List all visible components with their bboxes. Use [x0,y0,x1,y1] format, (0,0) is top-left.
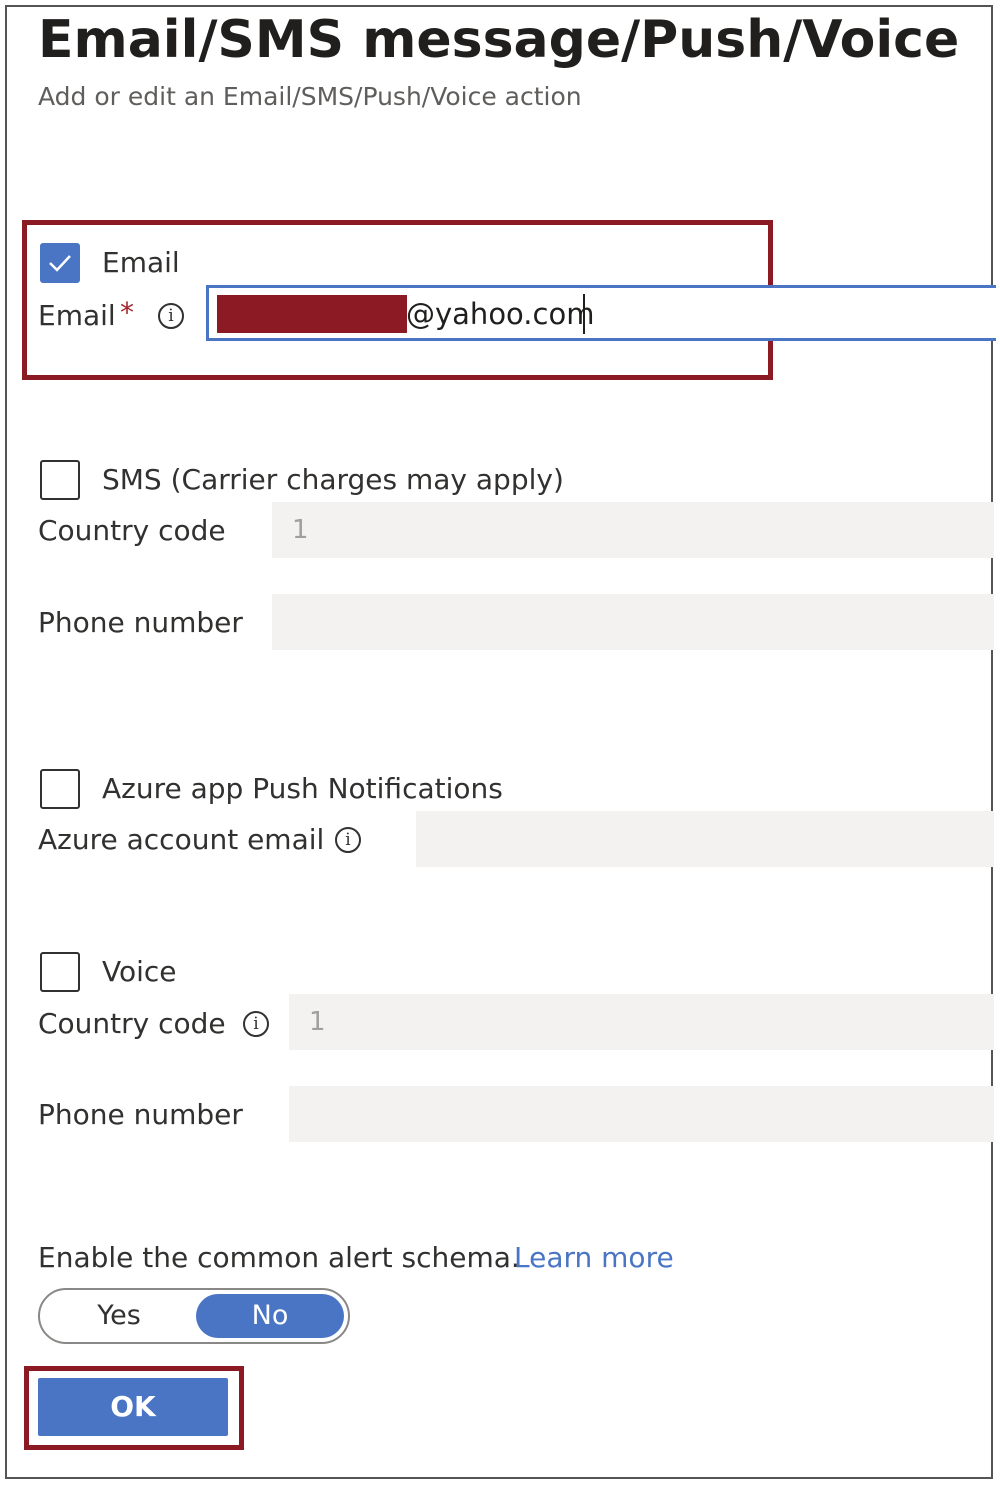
panel-right-border [991,5,993,1479]
redacted-email-user [217,295,407,333]
page-subtitle: Add or edit an Email/SMS/Push/Voice acti… [38,82,582,111]
learn-more-link[interactable]: Learn more [514,1240,674,1276]
email-checkbox-label: Email [102,246,180,279]
push-account-label: Azure account email [38,823,325,856]
checkmark-icon [49,255,71,272]
schema-toggle[interactable]: Yes No [38,1288,350,1344]
schema-label: Enable the common alert schema. [38,1241,520,1274]
info-icon[interactable]: i [158,303,184,329]
page-title: Email/SMS message/Push/Voice [38,10,960,70]
ok-button[interactable]: OK [38,1378,228,1436]
push-account-input[interactable] [416,811,994,867]
sms-country-code-label: Country code [38,514,226,547]
email-input[interactable]: @yahoo.com [206,285,996,341]
sms-checkbox[interactable] [40,460,80,500]
toggle-yes-option[interactable]: Yes [44,1294,194,1338]
info-icon[interactable]: i [335,827,361,853]
voice-checkbox[interactable] [40,952,80,992]
push-checkbox-label: Azure app Push Notifications [102,772,503,805]
voice-country-code-label: Country code [38,1007,226,1040]
sms-phone-input[interactable] [272,594,994,650]
sms-checkbox-label: SMS (Carrier charges may apply) [102,463,564,496]
sms-phone-label: Phone number [38,606,243,639]
required-mark: * [120,296,134,329]
push-checkbox[interactable] [40,769,80,809]
email-checkbox[interactable] [40,243,80,283]
voice-phone-input[interactable] [289,1086,994,1142]
sms-country-code-input[interactable]: 1 [272,502,994,558]
text-cursor [583,294,585,334]
toggle-no-option[interactable]: No [196,1294,344,1338]
voice-country-code-input[interactable]: 1 [289,994,994,1050]
info-icon[interactable]: i [243,1011,269,1037]
voice-phone-label: Phone number [38,1098,243,1131]
email-input-value: @yahoo.com [406,297,595,331]
voice-checkbox-label: Voice [102,955,177,988]
email-field-label: Email [38,299,116,332]
